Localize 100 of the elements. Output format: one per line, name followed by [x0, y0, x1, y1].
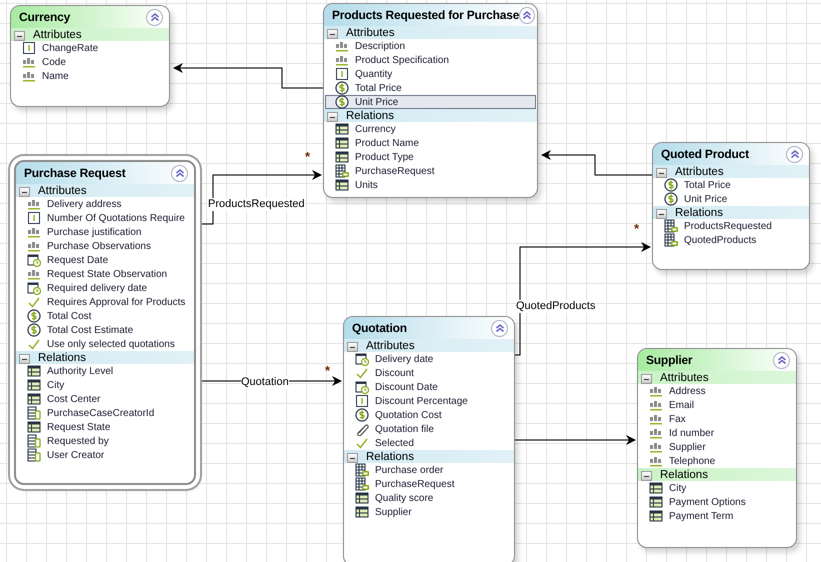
- list-item[interactable]: Number Of Quotations Require: [17, 211, 193, 225]
- list-item[interactable]: Request State: [17, 420, 193, 434]
- list-item[interactable]: Id number: [639, 426, 795, 440]
- collapse-button[interactable]: [491, 320, 508, 336]
- item-label: Total Cost: [47, 310, 92, 322]
- list-item[interactable]: Telephone: [639, 454, 795, 468]
- list-item[interactable]: ProductsRequested: [654, 219, 808, 233]
- collapse-toggle[interactable]: [656, 168, 667, 178]
- list-item[interactable]: Quantity: [325, 67, 536, 81]
- list-item[interactable]: Total Price: [654, 178, 808, 192]
- list-item[interactable]: Discount Date: [345, 380, 513, 394]
- list-item[interactable]: Requested by: [17, 434, 193, 448]
- list-item[interactable]: Quotation Cost: [345, 408, 513, 422]
- collapse-button[interactable]: [519, 6, 536, 24]
- collapse-toggle[interactable]: [327, 112, 338, 122]
- item-label: Purchase order: [375, 464, 444, 476]
- list-item[interactable]: Discount: [345, 366, 513, 380]
- calendar-icon: [355, 380, 369, 394]
- entity-card[interactable]: Quotation Attributes Delivery date Discount Discount Date Discount Percentage Quotation Cost Quotation file Selected Relations Purchase order PurchaseRequest Quality score Supplier: [343, 316, 515, 562]
- collapse-button[interactable]: [773, 352, 790, 368]
- list-item[interactable]: City: [639, 481, 795, 495]
- list-item[interactable]: Code: [12, 55, 168, 69]
- collapse-toggle[interactable]: [14, 31, 25, 41]
- list-item[interactable]: Quality score: [345, 491, 513, 505]
- list-item[interactable]: Selected: [345, 436, 513, 450]
- collapse-toggle[interactable]: [641, 471, 652, 481]
- item-label: Discount Date: [375, 382, 438, 392]
- list-item[interactable]: Authority Level: [17, 364, 193, 378]
- collapse-toggle[interactable]: [327, 29, 338, 39]
- item-label: Address: [669, 386, 706, 396]
- collapse-button[interactable]: [146, 8, 163, 26]
- list-item[interactable]: Required delivery date: [17, 281, 193, 295]
- list-item[interactable]: Description: [325, 39, 536, 53]
- list-item[interactable]: Request State Observation: [17, 267, 193, 281]
- text-type-icon: [649, 454, 663, 468]
- list-item[interactable]: Quotation file: [345, 422, 513, 436]
- collapse-toggle[interactable]: [19, 187, 30, 197]
- list-item[interactable]: Use only selected quotations: [17, 337, 193, 351]
- table-icon: [27, 420, 41, 434]
- collapse-toggle[interactable]: [347, 342, 358, 352]
- list-item[interactable]: PurchaseRequest: [325, 164, 536, 178]
- text-type-icon: [649, 384, 663, 398]
- multiplicity-mark: *: [325, 364, 330, 377]
- entity-title: Quotation: [352, 321, 407, 335]
- item-label: Request State: [47, 422, 110, 432]
- list-item[interactable]: Purchase justification: [17, 225, 193, 239]
- list-item[interactable]: Delivery date: [345, 352, 513, 366]
- section-title: Attributes: [675, 166, 724, 178]
- list-item[interactable]: Supplier: [639, 440, 795, 454]
- list-item[interactable]: Payment Term: [639, 509, 795, 523]
- list-item[interactable]: ChangeRate: [12, 41, 168, 55]
- list-item[interactable]: Delivery address: [17, 197, 193, 211]
- item-label: Purchase justification: [47, 226, 142, 238]
- item-label: Number Of Quotations Require: [47, 212, 185, 224]
- item-label: PurchaseCaseCreatorId: [47, 408, 154, 418]
- list-item[interactable]: Total Price: [325, 81, 536, 95]
- list-item[interactable]: Payment Options: [639, 495, 795, 509]
- list-item[interactable]: Total Cost Estimate: [17, 323, 193, 337]
- collapse-button[interactable]: [786, 146, 803, 162]
- list-item[interactable]: Supplier: [345, 505, 513, 519]
- list-item[interactable]: Discount Percentage: [345, 394, 513, 408]
- list-item[interactable]: Unit Price: [654, 192, 808, 206]
- collapse-button[interactable]: [171, 164, 188, 182]
- collapse-toggle[interactable]: [641, 374, 652, 384]
- list-item[interactable]: Product Specification: [325, 53, 536, 67]
- entity-card[interactable]: Quoted Product Attributes Total Price Unit Price Relations ProductsRequested QuotedProducts: [652, 142, 810, 270]
- list-item[interactable]: Unit Price: [325, 95, 536, 109]
- item-label: Required delivery date: [47, 282, 148, 294]
- list-item[interactable]: PurchaseRequest: [345, 477, 513, 491]
- list-item[interactable]: Total Cost: [17, 309, 193, 323]
- list-item[interactable]: Requires Approval for Products: [17, 295, 193, 309]
- entity-card[interactable]: Products Requested for Purchase Attributes Description Product Specification Quantity Total Price Unit Price Relations Currency Product Name Product Type PurchaseRequest Units: [323, 3, 538, 198]
- list-item[interactable]: Fax: [639, 412, 795, 426]
- list-item[interactable]: Currency: [325, 122, 536, 136]
- list-item[interactable]: User Creator: [17, 448, 193, 462]
- collapse-toggle[interactable]: [347, 453, 358, 463]
- list-item[interactable]: Units: [325, 178, 536, 192]
- list-item[interactable]: PurchaseCaseCreatorId: [17, 406, 193, 420]
- item-label: Total Price: [355, 82, 402, 94]
- table-icon: [27, 392, 41, 406]
- list-item[interactable]: Name: [12, 69, 168, 83]
- collapse-toggle[interactable]: [19, 354, 30, 364]
- item-label: Units: [355, 180, 378, 190]
- section-title: Relations: [346, 110, 394, 122]
- list-item[interactable]: QuotedProducts: [654, 233, 808, 247]
- entity-card[interactable]: Currency Attributes ChangeRate Code Name: [10, 5, 170, 107]
- list-item[interactable]: Email: [639, 398, 795, 412]
- list-item[interactable]: Purchase order: [345, 463, 513, 477]
- list-item[interactable]: Request Date: [17, 253, 193, 267]
- list-item[interactable]: Cost Center: [17, 392, 193, 406]
- list-item[interactable]: Product Type: [325, 150, 536, 164]
- item-label: Name: [42, 70, 69, 82]
- list-item[interactable]: Address: [639, 384, 795, 398]
- text-type-icon: [27, 225, 41, 239]
- table-link-icon: [355, 463, 369, 477]
- collapse-toggle[interactable]: [656, 209, 667, 219]
- entity-card[interactable]: Supplier Attributes Address Email Fax Id number Supplier Telephone Relations City Payment Options Payment Term: [637, 348, 797, 548]
- list-item[interactable]: City: [17, 378, 193, 392]
- list-item[interactable]: Product Name: [325, 136, 536, 150]
- list-item[interactable]: Purchase Observations: [17, 239, 193, 253]
